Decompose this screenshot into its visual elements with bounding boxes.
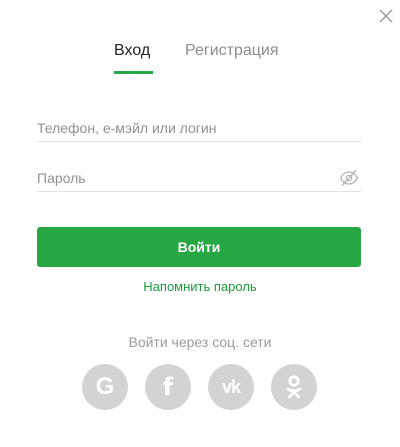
facebook-icon: f xyxy=(162,373,174,401)
login-input[interactable] xyxy=(37,117,327,139)
google-login-button[interactable]: G xyxy=(82,364,128,410)
login-field xyxy=(37,117,361,142)
password-input[interactable] xyxy=(37,167,327,189)
google-icon: G xyxy=(95,373,115,400)
auth-tabs: Вход Регистрация xyxy=(0,40,400,74)
odnoklassniki-login-button[interactable] xyxy=(271,364,317,410)
vk-login-button[interactable]: vk xyxy=(208,364,254,410)
active-tab-indicator xyxy=(114,71,153,74)
social-login-label: Войти через соц. сети xyxy=(128,334,272,350)
password-field xyxy=(37,167,361,192)
close-button[interactable] xyxy=(376,6,396,26)
close-icon xyxy=(379,9,393,23)
facebook-login-button[interactable]: f xyxy=(145,364,191,410)
odnoklassniki-icon xyxy=(286,375,302,399)
tab-login[interactable]: Вход xyxy=(114,40,150,62)
eye-slash-icon[interactable] xyxy=(339,169,359,187)
vk-icon: vk xyxy=(221,377,241,397)
login-submit-button[interactable]: Войти xyxy=(37,227,361,267)
tab-register[interactable]: Регистрация xyxy=(185,40,279,62)
forgot-password-link[interactable]: Напомнить пароль xyxy=(0,279,400,294)
